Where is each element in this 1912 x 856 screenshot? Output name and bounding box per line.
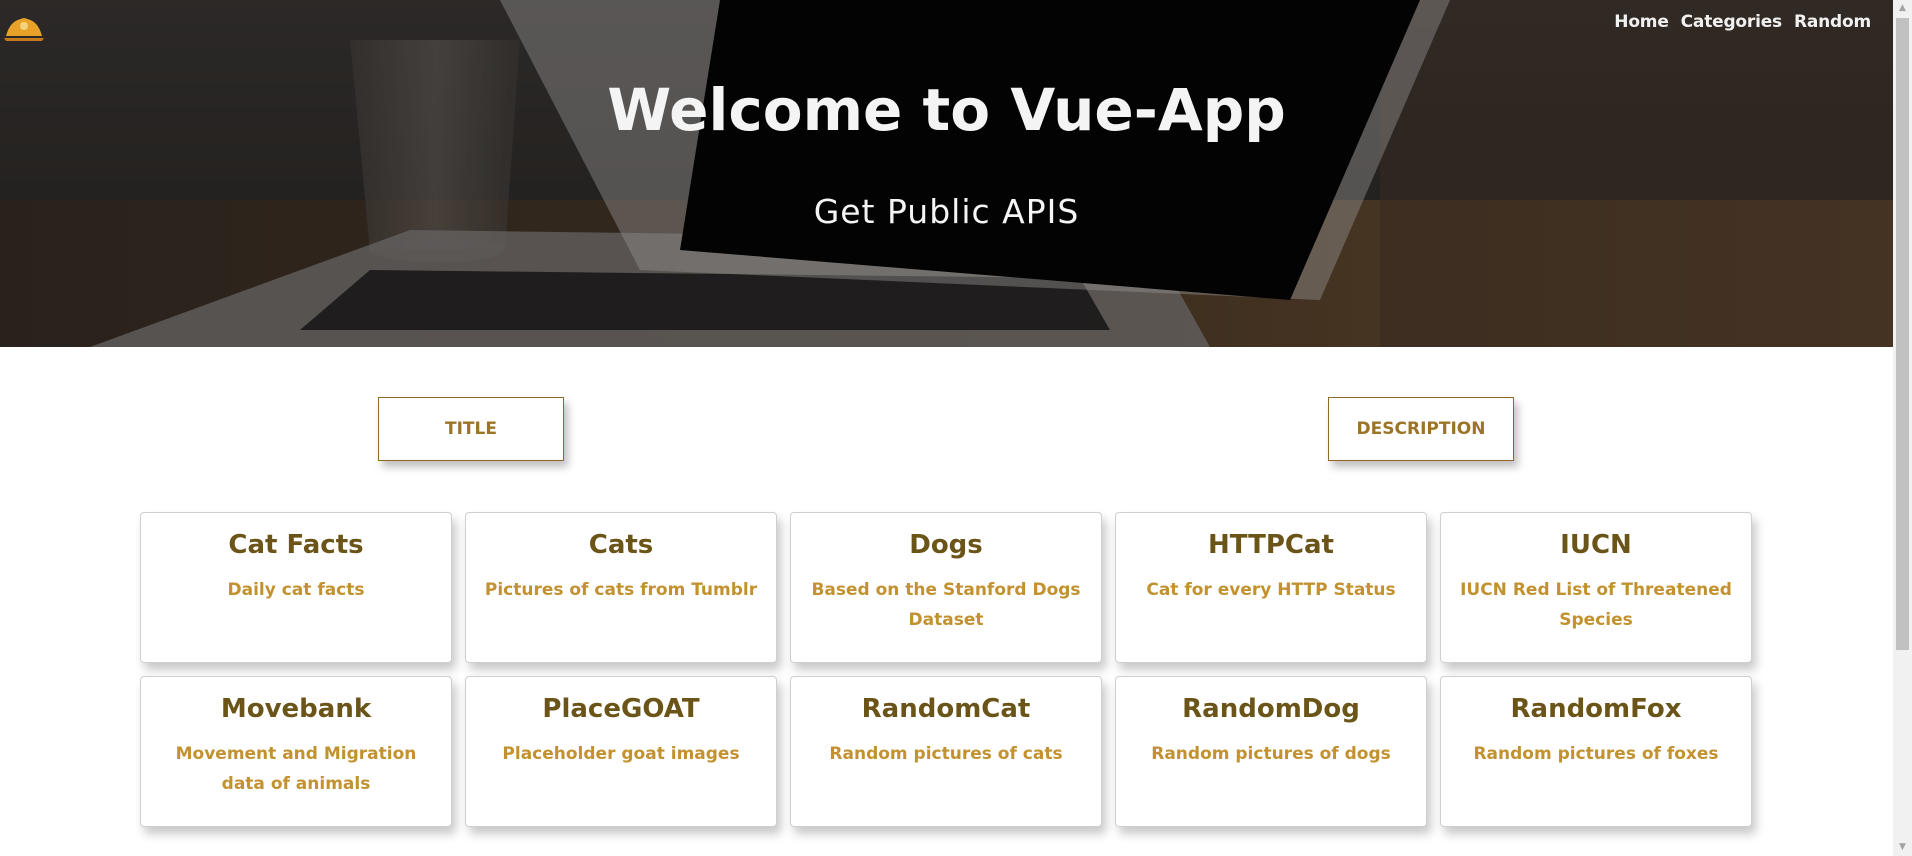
api-card-grid: Cat Facts Daily cat facts Cats Pictures … <box>140 512 1754 827</box>
api-card-iucn[interactable]: IUCN IUCN Red List of Threatened Species <box>1440 512 1752 663</box>
card-description: Random pictures of foxes <box>1473 744 1719 764</box>
nav-home[interactable]: Home <box>1614 12 1669 32</box>
page: Home Categories Random Welcome to Vue-Ap… <box>0 0 1912 856</box>
api-card-placegoat[interactable]: PlaceGOAT Placeholder goat images <box>465 676 777 827</box>
hero-subtitle: Get Public APIS <box>813 192 1080 231</box>
api-card-randomfox[interactable]: RandomFox Random pictures of foxes <box>1440 676 1752 827</box>
card-title: HTTPCat <box>1208 530 1334 560</box>
logo-icon <box>4 18 44 41</box>
api-card-movebank[interactable]: Movebank Movement and Migration data of … <box>140 676 452 827</box>
card-description: Placeholder goat images <box>502 744 740 764</box>
card-description: Cat for every HTTP Status <box>1146 580 1396 600</box>
card-title: RandomDog <box>1182 694 1360 724</box>
sort-by-title-button[interactable]: TITLE <box>378 397 564 461</box>
card-title: Cat Facts <box>228 530 364 560</box>
card-description: Random pictures of dogs <box>1151 744 1391 764</box>
api-card-cat-facts[interactable]: Cat Facts Daily cat facts <box>140 512 452 663</box>
api-card-cats[interactable]: Cats Pictures of cats from Tumblr <box>465 512 777 663</box>
card-description: Based on the Stanford Dogs Dataset <box>811 580 1081 630</box>
scrollbar-thumb[interactable] <box>1896 18 1909 650</box>
laptop-photo-background <box>0 0 1893 347</box>
card-title: IUCN <box>1560 530 1632 560</box>
hero-title: Welcome to Vue-App <box>607 76 1286 144</box>
api-card-randomdog[interactable]: RandomDog Random pictures of dogs <box>1115 676 1427 827</box>
card-description: Pictures of cats from Tumblr <box>484 580 758 600</box>
scroll-down-arrow-icon[interactable]: ▼ <box>1893 839 1912 856</box>
card-description: Movement and Migration data of animals <box>175 744 417 794</box>
api-card-dogs[interactable]: Dogs Based on the Stanford Dogs Dataset <box>790 512 1102 663</box>
site-logo[interactable] <box>2 12 46 42</box>
nav-categories[interactable]: Categories <box>1681 12 1783 32</box>
main-nav: Home Categories Random <box>1614 12 1871 32</box>
card-title: Dogs <box>909 530 983 560</box>
card-title: PlaceGOAT <box>542 694 700 724</box>
nav-random[interactable]: Random <box>1794 12 1871 32</box>
api-card-randomcat[interactable]: RandomCat Random pictures of cats <box>790 676 1102 827</box>
scroll-up-arrow-icon[interactable]: ▲ <box>1893 0 1912 17</box>
hero-banner: Home Categories Random Welcome to Vue-Ap… <box>0 0 1893 347</box>
api-card-httpcat[interactable]: HTTPCat Cat for every HTTP Status <box>1115 512 1427 663</box>
sort-by-description-button[interactable]: DESCRIPTION <box>1328 397 1514 461</box>
card-title: Cats <box>588 530 654 560</box>
card-description: IUCN Red List of Threatened Species <box>1460 580 1732 630</box>
vertical-scrollbar[interactable]: ▲ ▼ <box>1893 0 1912 856</box>
card-title: Movebank <box>220 694 372 724</box>
card-title: RandomCat <box>861 694 1031 724</box>
card-description: Random pictures of cats <box>829 744 1063 764</box>
card-title: RandomFox <box>1510 694 1682 724</box>
card-description: Daily cat facts <box>227 580 365 600</box>
